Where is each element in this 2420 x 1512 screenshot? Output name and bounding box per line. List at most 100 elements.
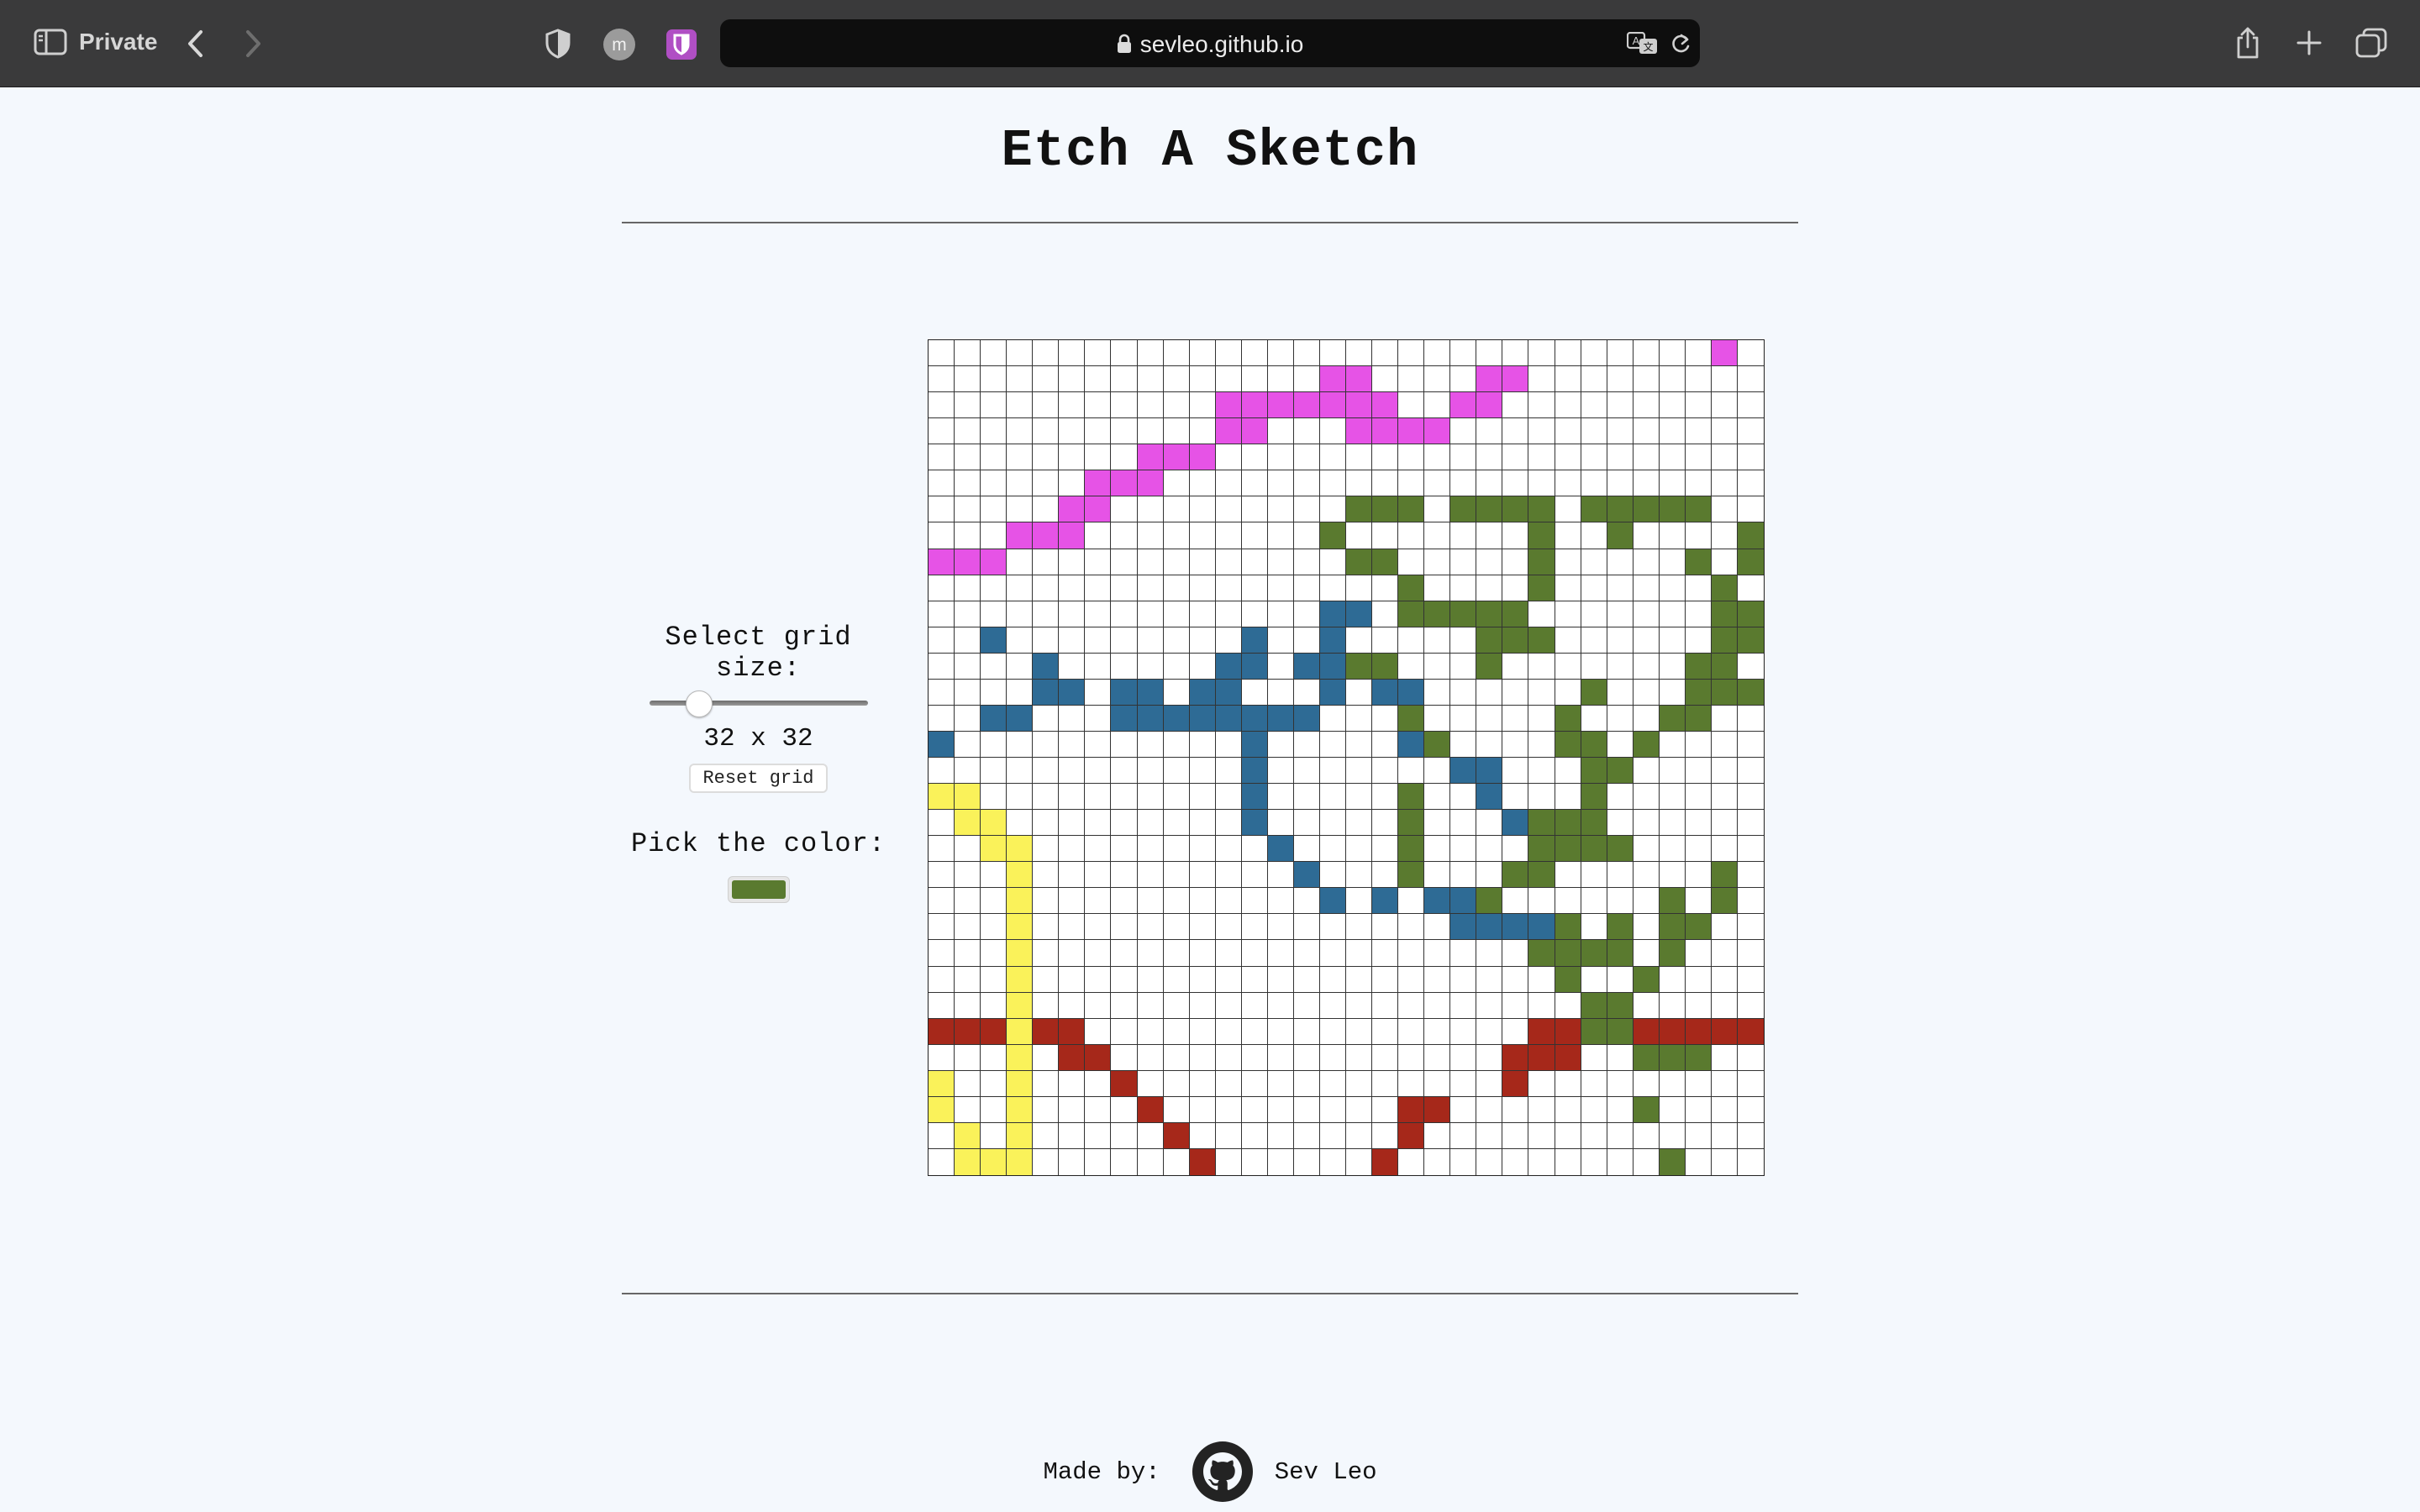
grid-cell[interactable] [1659,888,1686,915]
grid-cell[interactable] [1372,1096,1399,1123]
grid-cell[interactable] [1398,418,1425,445]
grid-cell[interactable] [1215,966,1242,993]
grid-cell[interactable] [929,627,955,654]
grid-cell[interactable] [1033,627,1060,654]
grid-cell[interactable] [1293,522,1320,549]
grid-cell[interactable] [1267,784,1294,811]
grid-cell[interactable] [1007,366,1034,393]
grid-cell[interactable] [1033,575,1060,601]
grid-cell[interactable] [1450,1018,1477,1045]
grid-cell[interactable] [1346,366,1373,393]
grid-cell[interactable] [1163,914,1190,941]
grid-cell[interactable] [1528,1122,1555,1149]
grid-cell[interactable] [1059,862,1086,889]
grid-cell[interactable] [1581,1096,1607,1123]
grid-cell[interactable] [1319,496,1346,523]
grid-cell[interactable] [929,444,955,471]
grid-cell[interactable] [1555,731,1581,758]
grid-cell[interactable] [1241,862,1268,889]
grid-cell[interactable] [1319,1122,1346,1149]
grid-cell[interactable] [1164,1148,1190,1175]
grid-cell[interactable] [1476,496,1503,523]
grid-cell[interactable] [1319,470,1346,497]
grid-cell[interactable] [1555,340,1581,367]
grid-cell[interactable] [1163,1070,1190,1097]
grid-cell[interactable] [1111,810,1138,837]
grid-cell[interactable] [1085,679,1112,706]
grid-cell[interactable] [1424,1044,1451,1071]
grid-cell[interactable] [1163,1122,1190,1149]
grid-cell[interactable] [1424,549,1451,575]
grid-cell[interactable] [1502,1122,1529,1149]
grid-cell[interactable] [1555,966,1581,993]
grid-cell[interactable] [1007,992,1034,1019]
grid-cell[interactable] [1085,1096,1112,1123]
grid-cell[interactable] [1241,627,1268,654]
grid-cell[interactable] [1633,966,1660,993]
grid-cell[interactable] [1555,784,1581,811]
grid-cell[interactable] [1111,758,1138,785]
grid-cell[interactable] [1163,705,1190,732]
grid-cell[interactable] [1189,1096,1216,1123]
grid-cell[interactable] [1659,575,1686,601]
grid-cell[interactable] [1346,1070,1373,1097]
grid-cell[interactable] [1424,1070,1451,1097]
grid-cell[interactable] [1293,340,1320,367]
grid-cell[interactable] [1607,836,1634,863]
grid-cell[interactable] [1111,1148,1138,1175]
grid-cell[interactable] [981,679,1007,706]
grid-cell[interactable] [1267,418,1294,445]
grid-cell[interactable] [1424,784,1451,811]
grid-cell[interactable] [1163,653,1190,680]
grid-cell[interactable] [1241,601,1268,627]
grid-cell[interactable] [1685,758,1712,785]
grid-cell[interactable] [1581,653,1607,680]
grid-cell[interactable] [1737,862,1764,889]
grid-cell[interactable] [1633,1122,1660,1149]
grid-cell[interactable] [1372,705,1399,732]
grid-cell[interactable] [1085,810,1112,837]
grid-cell[interactable] [1528,653,1555,680]
grid-cell[interactable] [1398,940,1425,967]
grid-cell[interactable] [1059,784,1086,811]
grid-cell[interactable] [1346,627,1373,654]
grid-cell[interactable] [1633,444,1660,471]
grid-cell[interactable] [1293,1018,1320,1045]
grid-cell[interactable] [1581,549,1607,575]
grid-cell[interactable] [1241,888,1268,915]
grid-cell[interactable] [1346,1148,1373,1175]
grid-cell[interactable] [981,836,1007,863]
grid-cell[interactable] [1450,1122,1477,1149]
grid-cell[interactable] [1737,679,1764,706]
grid-cell[interactable] [1555,627,1581,654]
grid-cell[interactable] [929,836,955,863]
grid-cell[interactable] [1319,992,1346,1019]
grid-cell[interactable] [1633,731,1660,758]
grid-cell[interactable] [1293,653,1320,680]
grid-cell[interactable] [1085,1148,1112,1175]
grid-cell[interactable] [1372,496,1399,523]
grid-cell[interactable] [1242,1148,1268,1175]
grid-cell[interactable] [929,575,955,601]
grid-cell[interactable] [1685,340,1712,367]
grid-cell[interactable] [1450,731,1477,758]
grid-cell[interactable] [1450,784,1477,811]
grid-cell[interactable] [1007,601,1034,627]
grid-cell[interactable] [1163,1096,1190,1123]
grid-cell[interactable] [1241,705,1268,732]
grid-cell[interactable] [1267,810,1294,837]
grid-cell[interactable] [1737,418,1764,445]
grid-cell[interactable] [1267,888,1294,915]
grid-cell[interactable] [1007,784,1034,811]
grid-cell[interactable] [1555,914,1581,941]
grid-cell[interactable] [1450,340,1477,367]
grid-cell[interactable] [1241,731,1268,758]
grid-cell[interactable] [1111,784,1138,811]
grid-cell[interactable] [955,914,981,941]
grid-cell[interactable] [1659,444,1686,471]
bitwarden-extension-button[interactable] [664,27,699,62]
grid-cell[interactable] [955,522,981,549]
grid-cell[interactable] [1633,705,1660,732]
grid-cell[interactable] [955,627,981,654]
grid-cell[interactable] [1346,810,1373,837]
